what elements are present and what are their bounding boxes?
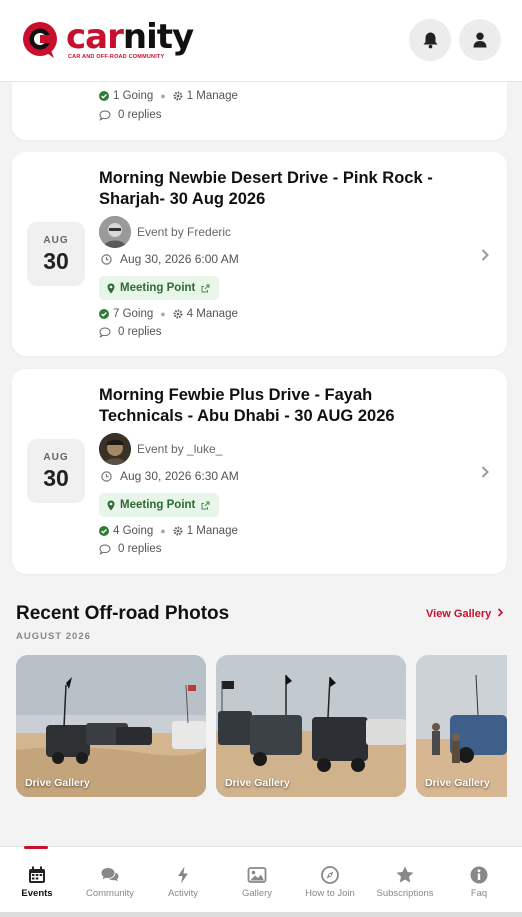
- photo-image: [16, 655, 206, 797]
- attendance-stats: 1 Going ● 1 Manage: [99, 90, 238, 102]
- photo-image: [416, 655, 507, 797]
- event-time: Aug 30, 2026 6:30 AM: [101, 469, 239, 483]
- check-circle-icon: [99, 309, 109, 319]
- image-icon: [247, 867, 267, 883]
- map-pin-icon: [107, 283, 115, 293]
- clock-icon: [101, 470, 112, 482]
- chevron-right-icon[interactable]: [480, 248, 490, 262]
- chevron-right-icon[interactable]: [480, 465, 490, 479]
- date-badge: AUG 30: [27, 439, 85, 503]
- manage-count: 1 Manage: [186, 525, 238, 537]
- event-title[interactable]: Morning Fewbie Plus Drive - Fayah Techni…: [99, 385, 449, 427]
- gallery-photo[interactable]: Drive Gallery: [216, 655, 406, 797]
- star-icon: [396, 866, 414, 883]
- gallery-photo[interactable]: Drive Gallery: [16, 655, 206, 797]
- date-badge: AUG 30: [27, 222, 85, 286]
- comment-icon: [99, 543, 111, 555]
- brand-logo[interactable]: carnity CAR AND OFF-ROAD COMMUNITY: [20, 16, 194, 60]
- bottom-edge: [0, 912, 522, 917]
- manage-count: 1 Manage: [186, 90, 238, 102]
- brand-name: carnity: [66, 16, 194, 57]
- event-host: Event by _luke_: [99, 433, 222, 465]
- photo-label: Drive Gallery: [425, 777, 490, 789]
- notifications-button[interactable]: [409, 19, 451, 61]
- profile-button[interactable]: [459, 19, 501, 61]
- clock-icon: [101, 253, 112, 265]
- replies: 0 replies: [99, 109, 161, 121]
- event-host: Event by Frederic: [99, 216, 231, 248]
- photo-label: Drive Gallery: [225, 777, 290, 789]
- section-title: Recent Off-road Photos: [16, 603, 230, 624]
- nav-item-activity[interactable]: Activity: [146, 847, 220, 917]
- bolt-icon: [178, 866, 188, 884]
- comment-icon: [99, 326, 111, 338]
- gear-icon: [173, 91, 183, 101]
- meeting-point-link[interactable]: Meeting Point: [99, 493, 220, 517]
- check-circle-icon: [99, 91, 109, 101]
- bell-icon: [423, 32, 437, 49]
- replies: 0 replies: [99, 326, 161, 338]
- nav-active-indicator: [24, 846, 48, 849]
- compass-icon: [321, 866, 339, 884]
- event-card[interactable]: AUG 30 Morning Newbie Desert Drive - Pin…: [12, 152, 507, 356]
- chevron-right-icon: [498, 608, 504, 617]
- going-count: 4 Going: [113, 525, 154, 537]
- section-subtitle: AUGUST 2026: [16, 631, 91, 642]
- gear-icon: [173, 309, 183, 319]
- user-icon: [473, 32, 487, 48]
- nav-item-community[interactable]: Community: [73, 847, 147, 917]
- view-gallery-link[interactable]: View Gallery: [426, 608, 504, 620]
- gallery-photo[interactable]: Drive Gallery: [416, 655, 507, 797]
- comments-icon: [101, 868, 119, 882]
- nav-item-how-to-join[interactable]: How to Join: [293, 847, 367, 917]
- avatar[interactable]: [99, 216, 131, 248]
- photo-label: Drive Gallery: [25, 777, 90, 789]
- attendance-stats: 4 Going ● 1 Manage: [99, 525, 238, 537]
- logo-mark-icon: [23, 22, 57, 58]
- manage-count: 4 Manage: [186, 308, 238, 320]
- going-count: 7 Going: [113, 308, 154, 320]
- nav-item-faq[interactable]: Faq: [442, 847, 516, 917]
- external-link-icon: [201, 284, 210, 292]
- replies: 0 replies: [99, 543, 161, 555]
- meeting-point-link[interactable]: Meeting Point: [99, 276, 220, 300]
- nav-item-events[interactable]: Events: [0, 846, 74, 917]
- external-link-icon: [201, 501, 210, 509]
- event-card[interactable]: AUG 30 Morning Fewbie Plus Drive - Fayah…: [12, 369, 507, 574]
- check-circle-icon: [99, 526, 109, 536]
- event-time: Aug 30, 2026 6:00 AM: [101, 252, 239, 266]
- photo-image: [216, 655, 406, 797]
- map-pin-icon: [107, 500, 115, 510]
- info-icon: [470, 866, 488, 884]
- going-count: 1 Going: [113, 90, 154, 102]
- gear-icon: [173, 526, 183, 536]
- nav-item-gallery[interactable]: Gallery: [220, 847, 294, 917]
- attendance-stats: 7 Going ● 4 Manage: [99, 308, 238, 320]
- calendar-icon: [29, 866, 45, 883]
- bottom-nav: Events Community Activity Gallery How to…: [0, 846, 522, 917]
- nav-item-subscriptions[interactable]: Subscriptions: [368, 847, 442, 917]
- event-title[interactable]: Morning Newbie Desert Drive - Pink Rock …: [99, 168, 449, 210]
- comment-icon: [99, 109, 111, 121]
- avatar[interactable]: [99, 433, 131, 465]
- app-header: carnity CAR AND OFF-ROAD COMMUNITY: [0, 0, 522, 82]
